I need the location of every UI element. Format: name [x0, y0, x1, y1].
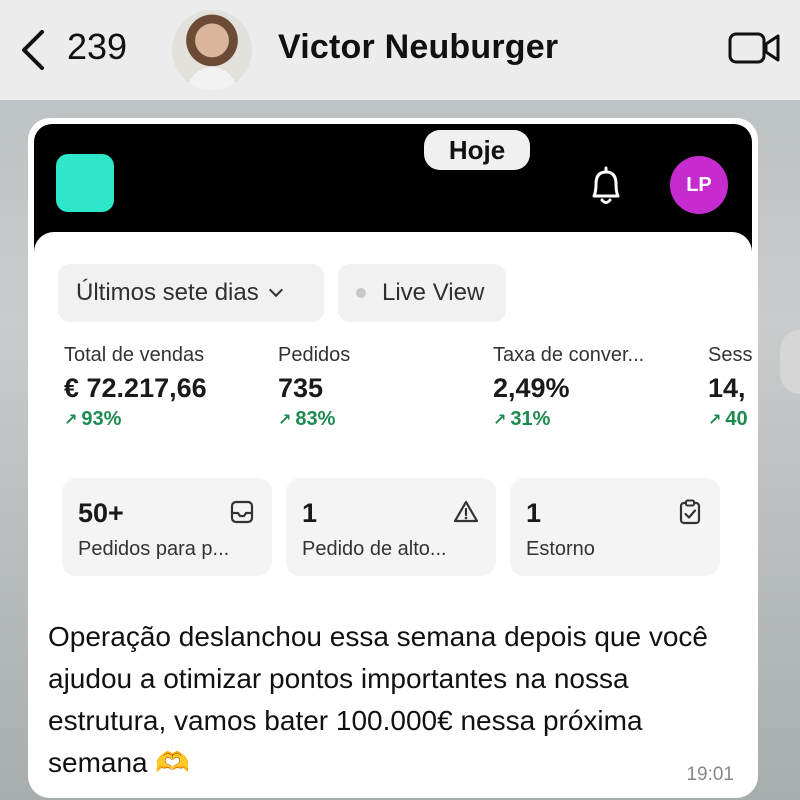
tile-number: 1: [302, 498, 318, 528]
metric-change: 93%: [81, 408, 122, 430]
message-timestamp: 19:01: [686, 764, 734, 785]
contact-name[interactable]: Victor Neuburger: [278, 28, 558, 67]
date-pill: Hoje: [424, 130, 530, 170]
live-view-button[interactable]: Live View: [338, 264, 506, 322]
back-chevron-icon[interactable]: [14, 26, 54, 74]
chevron-down-icon: [268, 282, 283, 298]
tile-high-risk-order[interactable]: 1 Pedido de alto...: [286, 478, 496, 576]
warning-icon: [453, 500, 479, 523]
tile-number: 50+: [78, 498, 124, 528]
metric-change: 40: [725, 408, 748, 430]
side-handle: [780, 330, 800, 394]
bell-icon[interactable]: [586, 164, 626, 208]
tile-label: Pedidos para p...: [78, 538, 230, 560]
unread-count[interactable]: 239: [67, 26, 127, 68]
trend-up-icon: ↗: [708, 412, 722, 429]
chat-header: 239 Victor Neuburger: [0, 0, 800, 100]
date-range-dropdown[interactable]: Últimos sete dias: [58, 264, 324, 322]
tile-number: 1: [526, 498, 542, 528]
metric-label: Total de vendas: [64, 344, 205, 366]
metric-label: Pedidos: [278, 344, 351, 366]
attached-screenshot[interactable]: Hoje LP Últimos sete dias Live View Tota…: [34, 124, 752, 594]
date-range-label: Últimos sete dias: [76, 279, 259, 306]
live-view-label: Live View: [382, 279, 485, 306]
video-call-icon[interactable]: [728, 30, 780, 66]
store-logo: [56, 154, 114, 212]
metric-value: € 72.217,66: [64, 373, 207, 403]
tile-label: Pedido de alto...: [302, 538, 447, 560]
tile-label: Estorno: [526, 538, 595, 560]
metric-conversion-rate[interactable]: Taxa de conver... 2,49% ↗ 31%: [493, 344, 644, 431]
metric-value: 735: [278, 373, 324, 403]
tile-chargeback[interactable]: 1 Estorno: [510, 478, 720, 576]
clipboard-check-icon: [679, 499, 701, 525]
metric-orders[interactable]: Pedidos 735 ↗ 83%: [278, 344, 350, 431]
metrics-row: Total de vendas € 72.217,66 ↗ 93% Pedidos…: [34, 344, 752, 440]
metric-total-sales[interactable]: Total de vendas € 72.217,66 ↗ 93%: [64, 344, 207, 431]
trend-up-icon: ↗: [493, 412, 507, 429]
tile-orders-to-fulfill[interactable]: 50+ Pedidos para p...: [62, 478, 272, 576]
metric-change: 31%: [510, 408, 551, 430]
message-bubble[interactable]: Hoje LP Últimos sete dias Live View Tota…: [28, 118, 758, 798]
metric-sessions[interactable]: Sess 14, ↗ 40: [708, 344, 752, 431]
contact-avatar[interactable]: [172, 10, 252, 90]
status-dot-icon: [356, 288, 366, 298]
user-avatar[interactable]: LP: [670, 156, 728, 214]
message-text: Operação deslanchou essa semana depois q…: [48, 621, 708, 778]
inbox-icon: [230, 500, 254, 524]
metric-change: 83%: [295, 408, 336, 430]
trend-up-icon: ↗: [278, 412, 292, 429]
metric-value: 2,49%: [493, 373, 570, 403]
analytics-card: Últimos sete dias Live View Total de ven…: [34, 232, 752, 594]
metric-label: Sess: [708, 344, 752, 366]
trend-up-icon: ↗: [64, 412, 78, 429]
metric-label: Taxa de conver...: [493, 344, 645, 366]
metric-value: 14,: [708, 373, 746, 403]
